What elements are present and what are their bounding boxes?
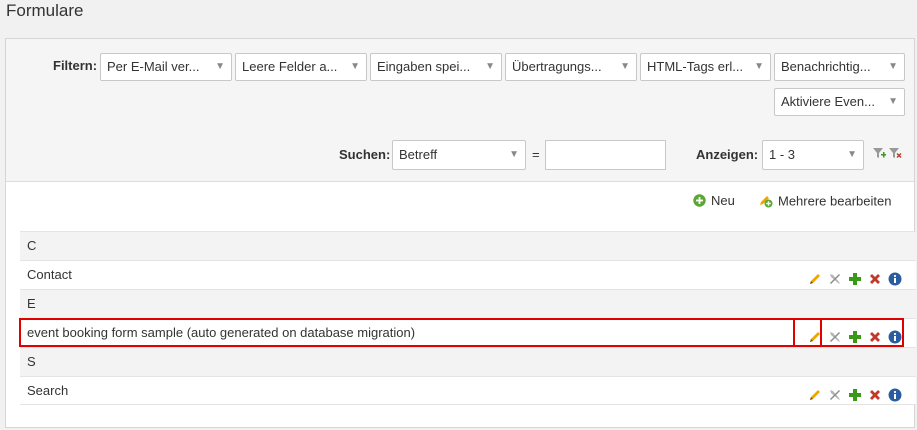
plus-circle-icon [693, 193, 706, 210]
filter-select-transfer-value: Übertragungs... [512, 59, 602, 74]
table-row[interactable]: Contact [20, 260, 916, 289]
dropdown-arrow-icon: ▼ [754, 61, 764, 72]
filter-select-empty-fields-value: Leere Felder a... [242, 59, 338, 74]
bulk-edit-icon [758, 193, 773, 211]
dropdown-arrow-icon: ▼ [485, 61, 495, 72]
filter-select-notification-value: Benachrichtig... [781, 59, 871, 74]
filter-select-activate-events-value: Aktiviere Even... [781, 94, 875, 109]
dropdown-arrow-icon: ▼ [350, 61, 360, 72]
search-label: Suchen: [339, 147, 391, 162]
filter-label: Filtern: [53, 58, 98, 73]
group-header-e: E [20, 289, 916, 318]
add-filter-icon[interactable] [872, 146, 887, 163]
edit-pencil-icon[interactable] [808, 326, 822, 342]
filter-select-html-tags[interactable]: HTML-Tags erl... ▼ [640, 53, 771, 81]
group-letter: E [27, 296, 36, 311]
search-bar: Suchen: Betreff ▼ = Anzeigen: 1 - 3 ▼ [6, 128, 914, 182]
filter-select-save-entries[interactable]: Eingaben spei... ▼ [370, 53, 502, 81]
group-header-c: C [20, 231, 916, 260]
row-actions [808, 326, 902, 344]
info-icon[interactable] [888, 268, 902, 286]
search-input[interactable] [545, 140, 666, 170]
forms-panel: Filtern: Per E-Mail ver... ▼ Leere Felde… [5, 38, 916, 428]
show-range-select[interactable]: 1 - 3 ▼ [762, 140, 864, 170]
filter-select-notification[interactable]: Benachrichtig... ▼ [774, 53, 905, 81]
filter-select-empty-fields[interactable]: Leere Felder a... ▼ [235, 53, 367, 81]
delete-icon[interactable] [868, 268, 882, 284]
add-icon[interactable] [848, 384, 862, 401]
filter-select-activate-events[interactable]: Aktiviere Even... ▼ [774, 88, 905, 116]
filter-select-email[interactable]: Per E-Mail ver... ▼ [100, 53, 232, 81]
edit-pencil-icon[interactable] [808, 384, 822, 400]
form-name: Search [27, 383, 69, 398]
new-button-label: Neu [711, 193, 735, 208]
row-actions [808, 268, 902, 286]
page-title: Formulare [6, 1, 84, 20]
row-actions [808, 384, 902, 402]
filter-select-transfer[interactable]: Übertragungs... ▼ [505, 53, 637, 81]
search-field-value: Betreff [399, 147, 438, 162]
new-button[interactable]: Neu [693, 193, 735, 210]
add-icon[interactable] [848, 326, 862, 343]
bulk-edit-button[interactable]: Mehrere bearbeiten [758, 193, 891, 211]
dropdown-arrow-icon: ▼ [847, 149, 857, 160]
table-row[interactable]: event booking form sample (auto generate… [20, 318, 916, 347]
show-label: Anzeigen: [696, 147, 759, 162]
show-range-value: 1 - 3 [769, 147, 796, 162]
clear-filter-icon[interactable] [888, 146, 902, 163]
search-operator: = [532, 147, 540, 162]
delete-icon[interactable] [868, 326, 882, 342]
info-icon[interactable] [888, 384, 902, 402]
form-name: Contact [27, 267, 72, 282]
tools-icon[interactable] [828, 326, 842, 342]
form-name: event booking form sample (auto generate… [27, 325, 416, 340]
dropdown-arrow-icon: ▼ [620, 61, 630, 72]
add-icon[interactable] [848, 268, 862, 285]
filter-select-html-tags-value: HTML-Tags erl... [647, 59, 744, 74]
info-icon[interactable] [888, 326, 902, 344]
filter-select-save-entries-value: Eingaben spei... [377, 59, 471, 74]
dropdown-arrow-icon: ▼ [888, 96, 898, 107]
dropdown-arrow-icon: ▼ [215, 61, 225, 72]
group-header-s: S [20, 347, 916, 376]
tools-icon[interactable] [828, 268, 842, 284]
bulk-edit-label: Mehrere bearbeiten [778, 193, 892, 209]
filter-select-email-value: Per E-Mail ver... [107, 59, 200, 74]
filter-bar: Filtern: Per E-Mail ver... ▼ Leere Felde… [6, 39, 914, 129]
forms-list: C Contact E event booking form sample (a… [20, 231, 916, 405]
dropdown-arrow-icon: ▼ [888, 61, 898, 72]
search-field-select[interactable]: Betreff ▼ [392, 140, 526, 170]
group-letter: C [27, 238, 37, 253]
edit-pencil-icon[interactable] [808, 268, 822, 284]
delete-icon[interactable] [868, 384, 882, 400]
group-letter: S [27, 354, 36, 369]
dropdown-arrow-icon: ▼ [509, 149, 519, 160]
table-row[interactable]: Search [20, 376, 916, 405]
tools-icon[interactable] [828, 384, 842, 400]
